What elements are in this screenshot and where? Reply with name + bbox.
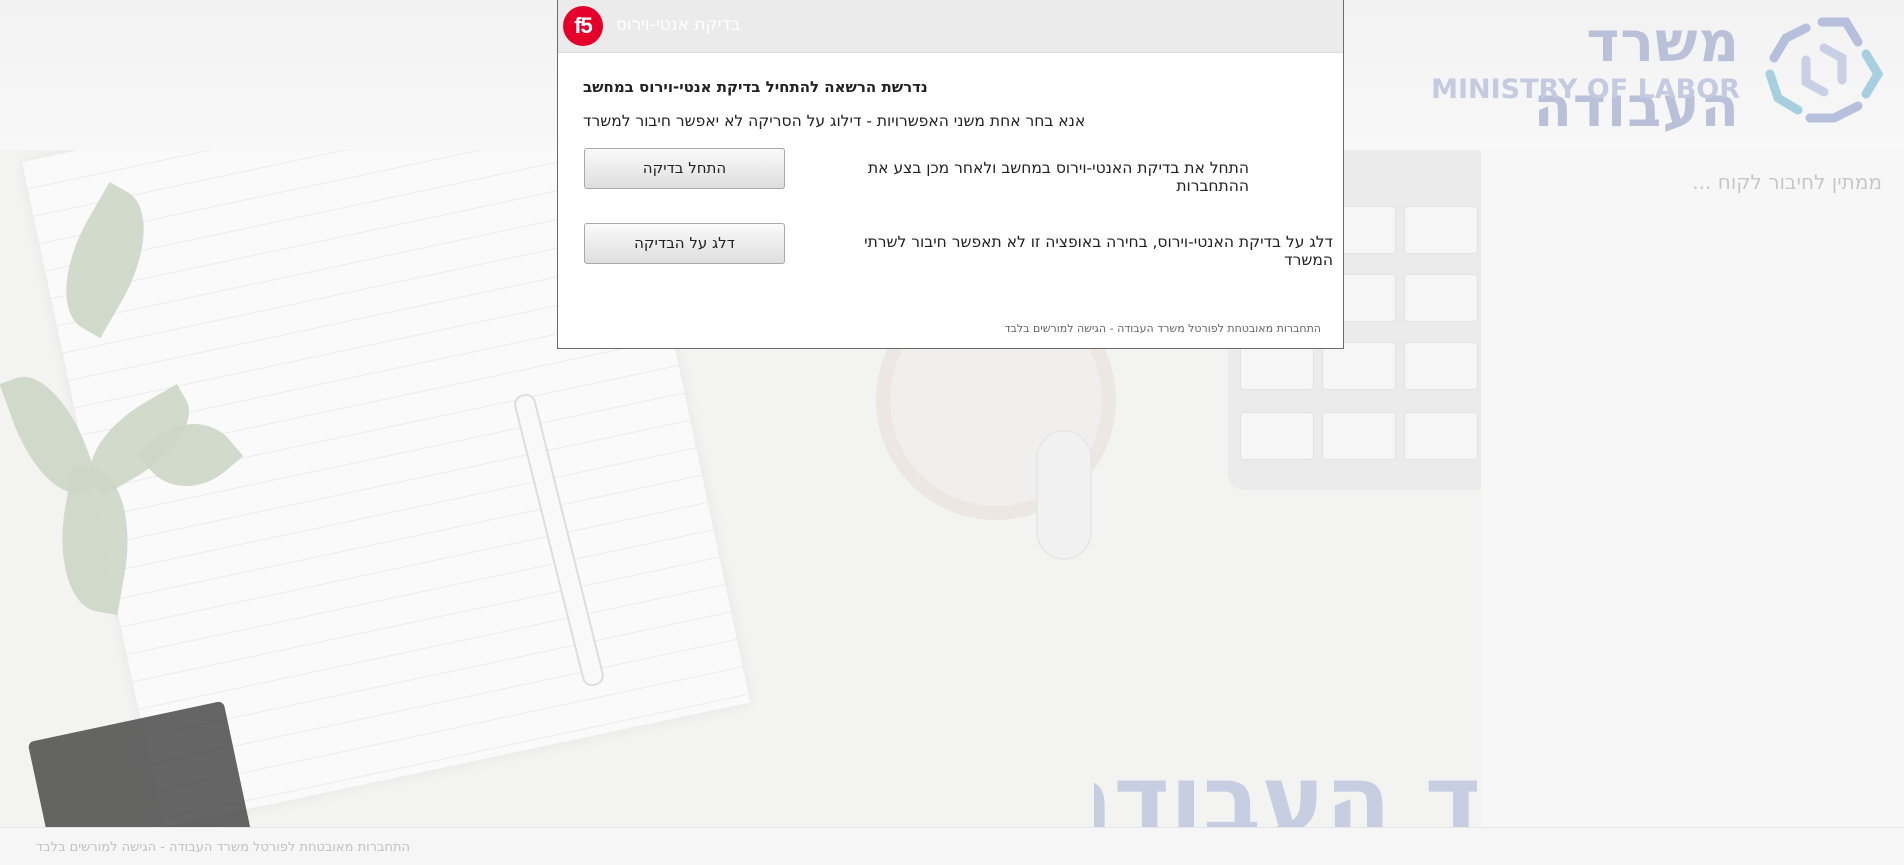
dark-notebook-image xyxy=(27,700,253,827)
dialog-title-bar: f5 בדיקת אנטי-וירוס xyxy=(558,0,1343,53)
dialog-title: בדיקת אנטי-וירוס xyxy=(616,15,741,35)
keyboard-key xyxy=(1404,206,1478,254)
antivirus-check-dialog: f5 בדיקת אנטי-וירוס נדרשת הרשאה להתחיל ב… xyxy=(557,0,1344,349)
logo-english-text: MINISTRY OF LABOR xyxy=(1431,74,1740,105)
ministry-logo: משרד העבודה MINISTRY OF LABOR xyxy=(1406,10,1886,140)
waiting-for-client-text: ממתין לחיבור לקוח ... xyxy=(1692,170,1882,194)
dialog-instruction: אנא בחר אחת משני האפשרויות - דילוג על הס… xyxy=(583,112,1086,130)
keyboard-key xyxy=(1404,412,1478,460)
dialog-footer-notice: התחברות מאובטחת לפורטל משרד העבודה - הגי… xyxy=(1004,322,1322,335)
f5-logo-icon: f5 xyxy=(563,6,603,46)
keyboard-key xyxy=(1322,412,1396,460)
start-check-description: התחל את בדיקת האנטי-וירוס במחשב ולאחר מכ… xyxy=(868,159,1249,195)
page-footer: התחברות מאובטחת לפורטל משרד העבודה - הגי… xyxy=(0,827,1904,865)
keyboard-key xyxy=(1240,342,1314,390)
dialog-heading: נדרשת הרשאה להתחיל בדיקת אנטי-וירוס במחש… xyxy=(583,78,928,96)
footer-secure-notice: התחברות מאובטחת לפורטל משרד העבודה - הגי… xyxy=(36,840,411,855)
keyboard-key xyxy=(1404,342,1478,390)
skip-check-description: דלג על בדיקת האנטי-וירוס, בחירה באופציה … xyxy=(864,233,1333,269)
ministry-emblem-icon xyxy=(1765,17,1884,123)
keyboard-key xyxy=(1404,274,1478,322)
ministry-watermark-text: ד העבודה xyxy=(1094,744,1481,827)
keyboard-key xyxy=(1240,412,1314,460)
skip-check-button[interactable]: דלג על הבדיקה xyxy=(584,223,785,264)
start-check-button[interactable]: התחל בדיקה xyxy=(584,148,785,189)
coffee-cup-handle-image xyxy=(1036,430,1092,560)
keyboard-key xyxy=(1322,342,1396,390)
